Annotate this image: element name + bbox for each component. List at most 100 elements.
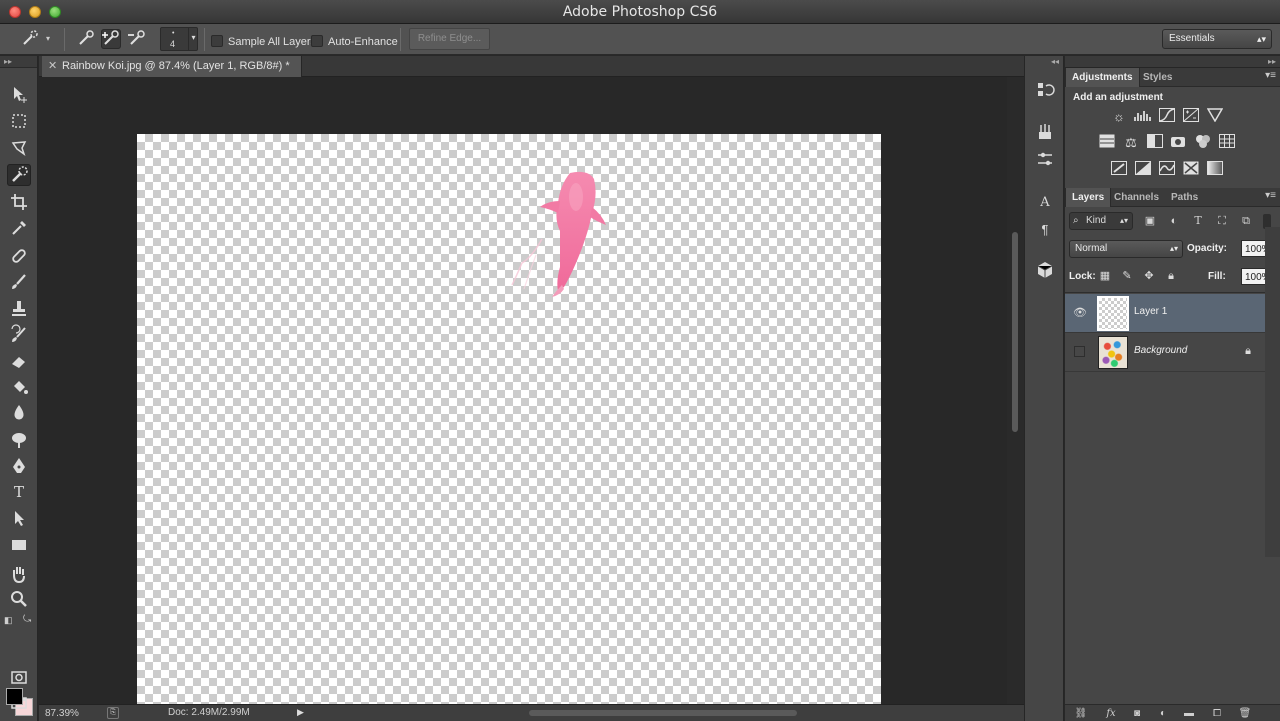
exposure-icon[interactable]: [1181, 108, 1201, 126]
tab-adjustments[interactable]: Adjustments: [1065, 68, 1140, 87]
dodge-tool-icon[interactable]: [7, 428, 31, 450]
canvas-area[interactable]: [39, 77, 1007, 704]
horizontal-scroll-thumb[interactable]: [529, 710, 797, 716]
strip-collapse-icon[interactable]: ◂◂: [1051, 57, 1059, 66]
tab-styles[interactable]: Styles: [1137, 68, 1178, 87]
levels-icon[interactable]: [1133, 108, 1153, 126]
brush-presets-icon[interactable]: [1033, 122, 1057, 144]
lock-image-pixels-icon[interactable]: ✎: [1119, 268, 1135, 284]
layer-row-background[interactable]: Background 🔒︎: [1065, 333, 1265, 372]
sample-all-layers-checkbox[interactable]: [211, 34, 223, 47]
threshold-icon[interactable]: [1157, 161, 1177, 179]
eraser-tool-icon[interactable]: [7, 350, 31, 372]
character-panel-icon[interactable]: A: [1033, 192, 1057, 214]
filter-adjustment-layers-icon[interactable]: ◐: [1165, 212, 1183, 230]
tab-layers[interactable]: Layers: [1065, 188, 1112, 207]
brush-tool-icon[interactable]: [7, 271, 31, 293]
brush-panel-icon[interactable]: [1033, 149, 1057, 171]
crop-tool-icon[interactable]: [7, 191, 31, 213]
close-document-icon[interactable]: ✕: [48, 56, 57, 77]
hand-tool-icon[interactable]: [7, 563, 31, 585]
history-panel-icon[interactable]: [1033, 80, 1057, 102]
posterize-icon[interactable]: [1133, 161, 1153, 179]
3d-panel-icon[interactable]: [1033, 260, 1057, 282]
brightness-contrast-icon[interactable]: ☼: [1109, 108, 1129, 126]
quick-selection-tool-icon[interactable]: [7, 164, 31, 186]
color-lookup-icon[interactable]: [1217, 134, 1237, 152]
subtract-from-selection-icon[interactable]: [127, 29, 147, 49]
brush-size-picker[interactable]: • 4 ▾: [160, 27, 198, 51]
new-adjustment-layer-icon[interactable]: ◐: [1153, 706, 1173, 721]
refine-edge-button[interactable]: Refine Edge...: [409, 28, 490, 50]
quick-mask-icon[interactable]: [7, 666, 31, 688]
curves-icon[interactable]: [1157, 108, 1177, 126]
selective-color-icon[interactable]: [1181, 161, 1201, 179]
blur-tool-icon[interactable]: [7, 402, 31, 424]
workspace-switcher[interactable]: Essentials ▴▾: [1162, 29, 1272, 49]
photo-filter-icon[interactable]: [1169, 134, 1189, 152]
layer-filter-kind-select[interactable]: ⌕ Kind ▴▾: [1069, 212, 1133, 230]
sample-all-layers-option[interactable]: Sample All Layers: [211, 32, 316, 50]
layers-panel-menu-icon[interactable]: ▾≡: [1265, 190, 1276, 201]
dock-collapse-icon[interactable]: ▸▸: [1065, 56, 1280, 68]
rectangular-marquee-tool-icon[interactable]: [7, 110, 31, 132]
tools-panel-collapse[interactable]: ▸▸: [0, 56, 37, 68]
filter-type-layers-icon[interactable]: T: [1189, 212, 1207, 230]
invert-icon[interactable]: [1109, 161, 1129, 179]
paint-bucket-tool-icon[interactable]: [7, 376, 31, 398]
lock-transparent-pixels-icon[interactable]: ▦: [1097, 268, 1113, 284]
rectangle-tool-icon[interactable]: [7, 534, 31, 556]
brush-size-dropdown-icon[interactable]: ▾: [188, 28, 198, 50]
eyedropper-tool-icon[interactable]: [7, 217, 31, 239]
preset-dropdown-arrow-icon[interactable]: ▾: [46, 34, 50, 43]
zoom-tool-icon[interactable]: [7, 588, 31, 610]
lock-all-icon[interactable]: 🔒︎: [1163, 268, 1179, 284]
lasso-tool-icon[interactable]: [7, 137, 31, 159]
default-colors-icon[interactable]: ◧: [4, 615, 13, 626]
healing-brush-tool-icon[interactable]: [7, 245, 31, 267]
tab-channels[interactable]: Channels: [1108, 188, 1165, 207]
filter-smart-objects-icon[interactable]: ⧉: [1237, 212, 1255, 230]
history-brush-tool-icon[interactable]: [7, 324, 31, 346]
layer-visibility-eye-icon[interactable]: 👁︎: [1073, 306, 1087, 320]
add-to-selection-icon[interactable]: [101, 29, 121, 49]
clone-stamp-tool-icon[interactable]: [7, 298, 31, 320]
link-layers-icon[interactable]: ⛓︎: [1071, 706, 1091, 721]
layers-scrollbar[interactable]: [1265, 227, 1280, 557]
foreground-color-swatch[interactable]: [6, 688, 23, 705]
quick-selection-preset-icon[interactable]: [20, 29, 40, 49]
zoom-level-field[interactable]: 87.39%: [45, 707, 101, 720]
layer-row-layer-1[interactable]: 👁︎ Layer 1: [1065, 294, 1265, 333]
delete-layer-icon[interactable]: 🗑︎: [1235, 706, 1255, 721]
new-group-icon[interactable]: ▬: [1179, 706, 1199, 721]
auto-enhance-checkbox[interactable]: [311, 34, 323, 47]
type-tool-icon[interactable]: T: [7, 481, 31, 503]
color-balance-icon[interactable]: ⚖: [1121, 134, 1141, 152]
swap-colors-icon[interactable]: ⤿: [23, 614, 31, 625]
path-selection-tool-icon[interactable]: [7, 507, 31, 529]
pen-tool-icon[interactable]: [7, 455, 31, 477]
filter-pixel-layers-icon[interactable]: ▣: [1141, 212, 1159, 230]
channel-mixer-icon[interactable]: [1193, 134, 1213, 152]
add-layer-mask-icon[interactable]: ◙: [1127, 706, 1147, 721]
vibrance-icon[interactable]: [1205, 108, 1225, 126]
status-menu-arrow-icon[interactable]: ▶: [297, 707, 304, 718]
vertical-scroll-thumb[interactable]: [1012, 232, 1018, 432]
document-canvas[interactable]: [137, 134, 881, 704]
layer-visibility-toggle[interactable]: [1074, 346, 1085, 357]
canvas-vertical-scrollbar[interactable]: [1007, 77, 1024, 704]
status-info-icon[interactable]: ⎘: [107, 707, 119, 719]
move-tool-icon[interactable]: [7, 83, 31, 105]
blend-mode-select[interactable]: Normal ▴▾: [1069, 240, 1183, 258]
lock-position-icon[interactable]: ✥: [1141, 268, 1157, 284]
adjustments-panel-menu-icon[interactable]: ▾≡: [1265, 70, 1276, 81]
new-layer-icon[interactable]: ⧠: [1207, 706, 1227, 721]
hue-saturation-icon[interactable]: [1097, 134, 1117, 152]
filter-shape-layers-icon[interactable]: ⛶: [1213, 212, 1231, 230]
auto-enhance-option[interactable]: Auto-Enhance: [311, 32, 398, 50]
new-selection-icon[interactable]: [76, 29, 96, 49]
gradient-map-icon[interactable]: [1205, 161, 1225, 179]
add-layer-style-icon[interactable]: fx: [1101, 706, 1121, 721]
paragraph-panel-icon[interactable]: ¶: [1033, 219, 1057, 241]
document-tab[interactable]: ✕ Rainbow Koi.jpg @ 87.4% (Layer 1, RGB/…: [42, 56, 302, 77]
